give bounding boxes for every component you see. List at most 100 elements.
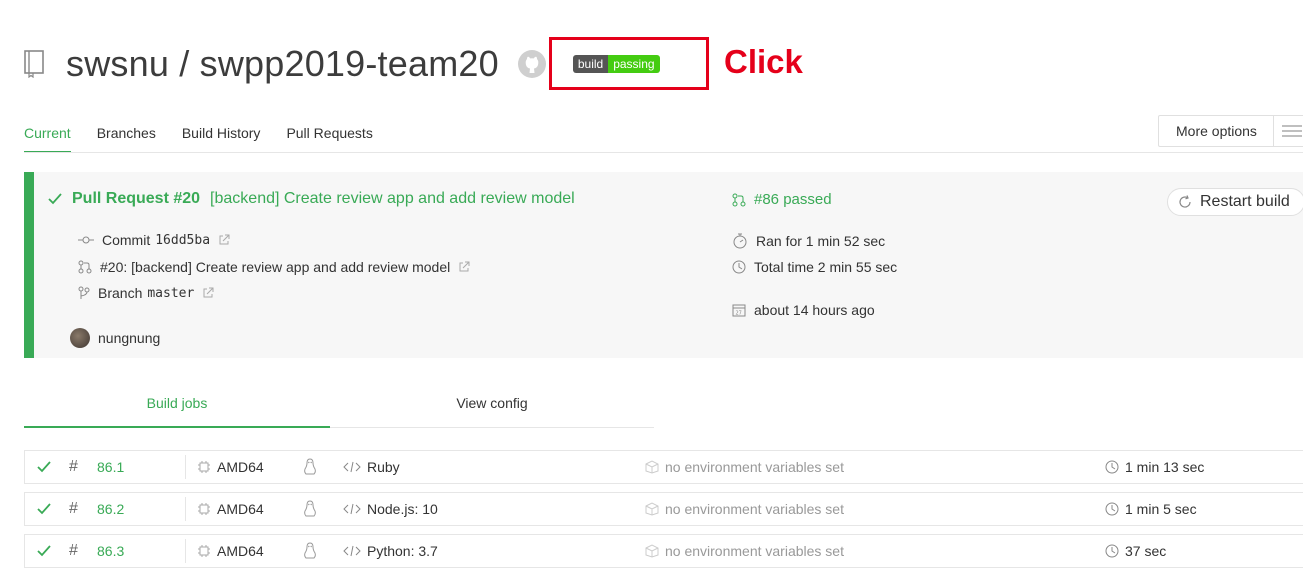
more-options-button[interactable]: More options (1158, 115, 1303, 147)
author-name: nungnung (98, 330, 161, 346)
code-icon (343, 461, 361, 473)
github-icon[interactable] (517, 49, 547, 79)
total-time: Total time 2 min 55 sec (754, 259, 898, 275)
pull-request-icon (78, 260, 92, 274)
tab-view-config[interactable]: View config (330, 395, 654, 428)
commit-info: Commit 16dd5ba (78, 232, 238, 248)
job-arch: AMD64 (197, 451, 264, 483)
hash-icon: # (69, 500, 78, 517)
box-icon (645, 544, 659, 558)
cpu-icon (198, 503, 210, 515)
clock-icon (1105, 544, 1119, 558)
build-subtabs: Build jobs View config (24, 395, 654, 428)
pull-request-link[interactable]: #20: [backend] Create review app and add… (100, 259, 450, 275)
job-env: no environment variables set (645, 535, 844, 567)
job-row[interactable]: # 86.1 AMD64 Ruby no environment variabl… (24, 450, 1303, 484)
linux-icon (303, 493, 317, 525)
annotation-click-label: Click (724, 43, 803, 80)
restart-icon (1179, 195, 1191, 208)
divider (185, 455, 186, 479)
tabs-divider (24, 152, 1303, 153)
tab-build-jobs[interactable]: Build jobs (24, 395, 330, 428)
stopwatch-icon (733, 233, 747, 249)
external-link-icon[interactable] (202, 287, 214, 299)
branch-icon (78, 286, 90, 299)
author-info: nungnung (70, 328, 160, 348)
branch-name[interactable]: master (147, 286, 194, 301)
check-icon (37, 493, 51, 525)
more-options-label: More options (1176, 123, 1257, 139)
job-duration-label: 1 min 5 sec (1125, 501, 1197, 517)
job-duration: 1 min 13 sec (1105, 451, 1204, 483)
current-build-panel: Pull Request #20 [backend] Create review… (24, 172, 1303, 358)
job-env-label: no environment variables set (665, 459, 844, 475)
job-number[interactable]: 86.2 (97, 493, 124, 525)
external-link-icon[interactable] (458, 261, 470, 273)
build-jobs-list: # 86.1 AMD64 Ruby no environment variabl… (24, 450, 1303, 573)
tab-branches[interactable]: Branches (97, 125, 156, 153)
restart-build-button[interactable]: Restart build (1167, 188, 1303, 216)
tab-current[interactable]: Current (24, 125, 71, 153)
finished-info: 27 about 14 hours ago (732, 302, 875, 318)
total-time-info: Total time 2 min 55 sec (732, 259, 897, 275)
job-arch-label: AMD64 (217, 501, 264, 517)
clock-icon (1105, 502, 1119, 516)
job-number[interactable]: 86.1 (97, 451, 124, 483)
hash-icon: # (69, 542, 78, 559)
check-icon (37, 451, 51, 483)
job-env: no environment variables set (645, 451, 844, 483)
avatar (70, 328, 90, 348)
build-status: #86 passed (732, 191, 832, 208)
calendar-icon: 27 (732, 304, 746, 317)
job-arch: AMD64 (197, 493, 264, 525)
job-row[interactable]: # 86.2 AMD64 Node.js: 10 no environment … (24, 492, 1303, 526)
box-icon (645, 460, 659, 474)
check-icon (37, 535, 51, 567)
pull-request-number[interactable]: Pull Request #20 (72, 190, 200, 208)
job-language: Python: 3.7 (343, 535, 438, 567)
job-duration: 1 min 5 sec (1105, 493, 1197, 525)
commit-icon (78, 236, 94, 244)
code-icon (343, 503, 361, 515)
build-title: Pull Request #20 [backend] Create review… (48, 190, 575, 208)
branch-info: Branch master (78, 285, 222, 301)
job-row[interactable]: # 86.3 AMD64 Python: 3.7 no environment … (24, 534, 1303, 568)
pull-request-title[interactable]: [backend] Create review app and add revi… (210, 190, 575, 208)
annotation-highlight-box (549, 37, 709, 90)
hash-icon: # (69, 458, 78, 475)
external-link-icon[interactable] (218, 234, 230, 246)
linux-icon (303, 535, 317, 567)
divider (185, 539, 186, 563)
svg-text:27: 27 (736, 311, 742, 317)
tab-pull-requests[interactable]: Pull Requests (286, 125, 372, 153)
cpu-icon (198, 545, 210, 557)
tab-build-history[interactable]: Build History (182, 125, 261, 153)
build-number-status[interactable]: #86 passed (754, 191, 832, 208)
commit-label: Commit (102, 232, 151, 248)
job-duration: 37 sec (1105, 535, 1166, 567)
job-number[interactable]: 86.3 (97, 535, 124, 567)
job-duration-label: 1 min 13 sec (1125, 459, 1205, 475)
code-icon (343, 545, 361, 557)
job-env-label: no environment variables set (665, 543, 844, 559)
branch-label: Branch (98, 285, 143, 301)
restart-build-label: Restart build (1200, 193, 1290, 210)
job-env: no environment variables set (645, 493, 844, 525)
pr-link-info: #20: [backend] Create review app and add… (78, 259, 478, 275)
job-language-label: Ruby (367, 459, 400, 475)
job-arch: AMD64 (197, 535, 264, 567)
repo-icon (24, 50, 44, 78)
commit-sha[interactable]: 16dd5ba (155, 233, 210, 248)
clock-icon (732, 260, 746, 274)
finished-time: about 14 hours ago (754, 302, 875, 318)
ran-for: Ran for 1 min 52 sec (756, 233, 886, 249)
job-language: Node.js: 10 (343, 493, 438, 525)
job-env-label: no environment variables set (665, 501, 844, 517)
job-duration-label: 37 sec (1125, 543, 1167, 559)
linux-icon (303, 451, 317, 483)
repo-title[interactable]: swsnu / swpp2019-team20 (66, 43, 499, 85)
hamburger-icon (1273, 116, 1302, 146)
ran-for-info: Ran for 1 min 52 sec (732, 232, 885, 250)
cpu-icon (198, 461, 210, 473)
job-arch-label: AMD64 (217, 543, 264, 559)
